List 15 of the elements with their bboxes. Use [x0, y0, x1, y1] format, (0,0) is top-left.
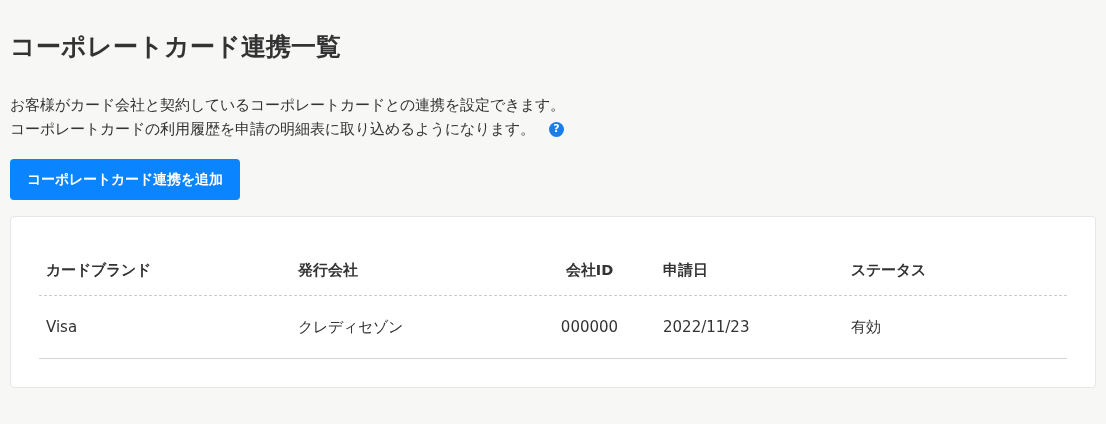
help-icon[interactable]: ?: [549, 121, 564, 137]
table-cell-text: Visa: [45, 318, 79, 336]
column-header: ステータス: [850, 260, 927, 280]
table-cell-text: 有効: [850, 317, 882, 337]
add-button[interactable]: コーポレートカード連携を追加: [10, 159, 240, 200]
column-header: 会社ID: [564, 260, 615, 280]
page-title: コーポレートカード連携一覧: [10, 31, 342, 63]
column-header: カードブランド: [45, 260, 152, 280]
table-cell-text: 2022/11/23: [662, 318, 751, 336]
column-header: 発行会社: [297, 260, 359, 280]
column-header: 申請日: [662, 260, 709, 280]
description-text: コーポレートカードの利用履歴を申請の明細表に取り込めるようになります。: [10, 120, 535, 139]
table-cell-text: 000000: [559, 318, 620, 336]
description-text: お客様がカード会社と契約しているコーポレートカードとの連携を設定できます。: [10, 96, 565, 115]
table-cell-text: クレディセゾン: [297, 317, 404, 337]
